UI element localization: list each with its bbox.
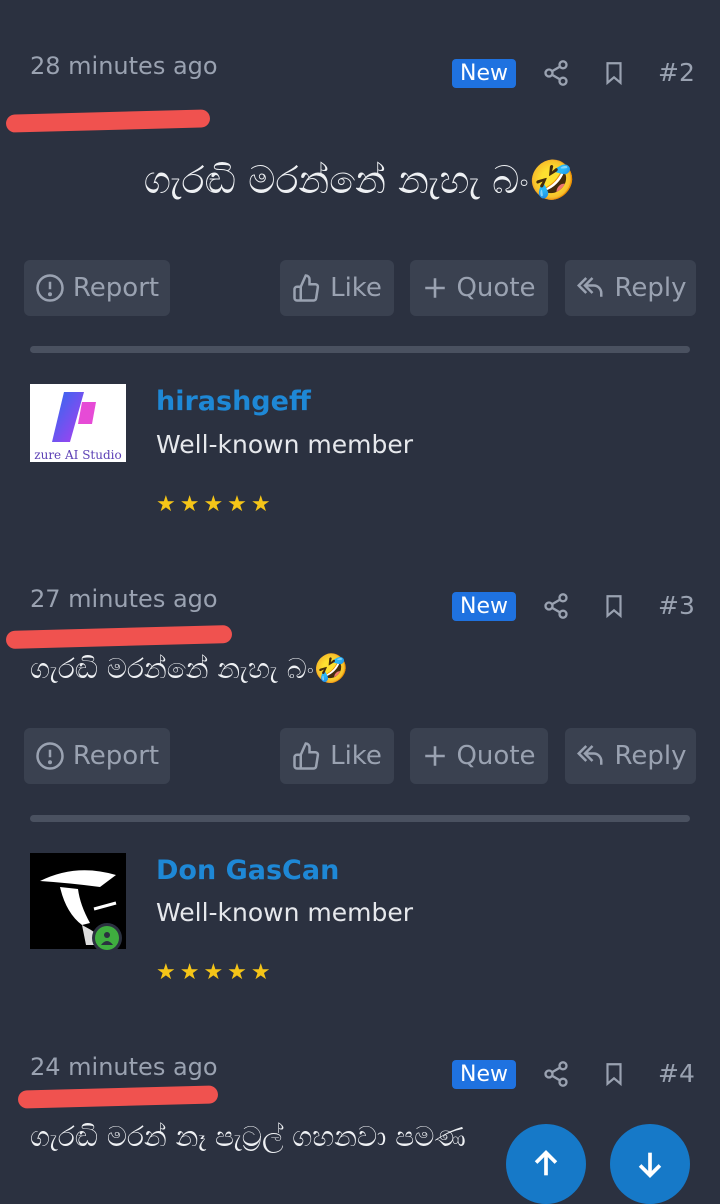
like-label: Like (330, 741, 382, 771)
reply-icon (577, 745, 603, 765)
avatar[interactable] (30, 853, 126, 953)
post-number[interactable]: #3 (658, 591, 695, 620)
plus-icon (425, 746, 446, 766)
share-icon[interactable] (540, 56, 572, 90)
username[interactable]: hirashgeff (156, 386, 311, 417)
rating-stars: ★★★★★ (156, 492, 275, 517)
new-badge: New (452, 1060, 516, 1089)
new-badge: New (452, 59, 516, 88)
post-time[interactable]: 24 minutes ago (30, 1053, 218, 1081)
post-time[interactable]: 27 minutes ago (30, 585, 218, 613)
share-icon[interactable] (540, 1057, 572, 1091)
bookmark-icon[interactable] (598, 589, 630, 623)
divider (30, 815, 690, 822)
report-button[interactable]: Report (24, 260, 170, 316)
bookmark-icon[interactable] (598, 1057, 630, 1091)
highlight-mark (17, 1085, 219, 1109)
divider (30, 346, 690, 353)
share-icon[interactable] (540, 589, 572, 623)
report-label: Report (72, 273, 160, 303)
thumbs-up-icon (293, 742, 320, 770)
like-button[interactable]: Like (280, 260, 394, 316)
post-number[interactable]: #4 (658, 1059, 695, 1088)
like-button[interactable]: Like (280, 728, 394, 784)
post-number[interactable]: #2 (658, 58, 695, 87)
username[interactable]: Don GasCan (156, 855, 339, 886)
report-button[interactable]: Report (24, 728, 170, 784)
quote-button[interactable]: Quote (410, 728, 548, 784)
post-body: ගැරඬි මරන් නෑ පැට්‍රල් ගහනවා පමණ (30, 1120, 466, 1153)
post-time[interactable]: 28 minutes ago (30, 52, 218, 80)
report-label: Report (72, 741, 160, 771)
user-role: Well-known member (156, 898, 414, 927)
reply-label: Reply (614, 273, 687, 303)
arrow-down-icon (638, 1152, 662, 1178)
report-icon (36, 274, 64, 302)
post-body: ගැරඬි මරන්නේ නැහැ බං🤣 (143, 158, 577, 202)
arrow-up-icon (534, 1150, 558, 1176)
like-label: Like (330, 273, 382, 303)
reply-icon (577, 277, 603, 297)
plus-icon (425, 278, 446, 298)
report-icon (36, 742, 64, 770)
scroll-down-button[interactable] (610, 1124, 690, 1204)
thumbs-up-icon (293, 274, 320, 302)
post-body: ගැරඬි මරන්නේ නැහැ බං🤣 (30, 652, 349, 685)
quote-button[interactable]: Quote (410, 260, 548, 316)
online-status-icon (92, 923, 122, 953)
rating-stars: ★★★★★ (156, 960, 275, 985)
scroll-up-button[interactable] (506, 1124, 586, 1204)
avatar[interactable]: zure AI Studio (30, 384, 126, 462)
reply-button[interactable]: Reply (565, 260, 696, 316)
new-badge: New (452, 592, 516, 621)
reply-label: Reply (614, 741, 687, 771)
avatar-caption: zure AI Studio (34, 448, 122, 462)
quote-label: Quote (456, 741, 536, 771)
quote-label: Quote (456, 273, 536, 303)
reply-button[interactable]: Reply (565, 728, 696, 784)
bookmark-icon[interactable] (598, 56, 630, 90)
highlight-mark (5, 625, 233, 649)
user-role: Well-known member (156, 430, 414, 459)
highlight-mark (5, 109, 211, 133)
